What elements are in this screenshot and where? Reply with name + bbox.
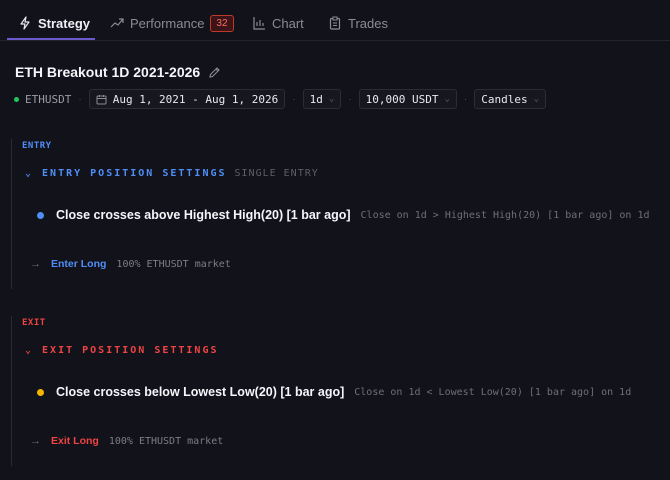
clipboard-icon — [329, 16, 341, 30]
arrow-right-icon: → — [30, 258, 41, 270]
entry-action[interactable]: → Enter Long 100% ETHUSDT market — [30, 258, 231, 270]
chevron-down-icon: ⌄ — [25, 345, 34, 356]
condition-bullet — [37, 388, 44, 396]
tab-strategy[interactable]: Strategy — [18, 6, 90, 40]
exit-label: EXIT — [22, 318, 46, 328]
calendar-icon — [96, 94, 107, 104]
action-detail: 100% ETHUSDT market — [108, 435, 224, 447]
entry-condition[interactable]: Close crosses above Highest High(20) [1 … — [37, 208, 650, 222]
exit-section: EXIT ⌄ EXIT POSITION SETTINGS Close cros… — [11, 316, 661, 466]
separator: · — [292, 93, 296, 105]
entry-subheading: SINGLE ENTRY — [234, 168, 319, 179]
entry-label: ENTRY — [22, 141, 52, 151]
exit-action[interactable]: → Exit Long 100% ETHUSDT market — [30, 435, 223, 447]
count-badge: 32 — [210, 14, 234, 32]
timeframe-select[interactable]: 1d ⌄ — [302, 89, 342, 109]
condition-text: Close crosses below Lowest Low(20) [1 ba… — [56, 385, 345, 399]
page-title: ETH Breakout 1D 2021-2026 — [15, 64, 201, 80]
timeframe-value: 1d — [309, 92, 323, 106]
date-range: Aug 1, 2021 - Aug 1, 2026 — [112, 92, 279, 106]
exit-settings-header[interactable]: ⌄ EXIT POSITION SETTINGS — [25, 345, 218, 356]
strategy-meta: ETHUSDT · Aug 1, 2021 - Aug 1, 2026 · 1d… — [14, 89, 547, 109]
separator: · — [348, 93, 352, 105]
chart-type-value: Candles — [481, 92, 528, 106]
trend-up-icon — [110, 18, 124, 28]
lightning-icon — [20, 16, 30, 30]
condition-bullet — [37, 211, 44, 219]
tab-trades[interactable]: Trades — [328, 6, 388, 40]
chevron-down-icon: ⌄ — [25, 168, 34, 179]
entry-settings-header[interactable]: ⌄ ENTRY POSITION SETTINGS SINGLE ENTRY — [25, 168, 319, 179]
chevron-down-icon: ⌄ — [328, 94, 335, 104]
action-label: Exit Long — [51, 435, 99, 447]
active-tab-indicator — [7, 38, 95, 40]
action-detail: 100% ETHUSDT market — [116, 258, 231, 270]
tab-chart[interactable]: Chart — [252, 6, 304, 40]
tab-bar: Strategy Performance 32 Chart Trades — [0, 0, 670, 41]
chart-icon — [253, 17, 265, 30]
entry-section: ENTRY ⌄ ENTRY POSITION SETTINGS SINGLE E… — [11, 139, 661, 289]
tab-label: Strategy — [38, 15, 91, 31]
separator: · — [78, 93, 82, 105]
exit-condition[interactable]: Close crosses below Lowest Low(20) [1 ba… — [37, 385, 631, 399]
strategy-title: ETH Breakout 1D 2021-2026 — [15, 64, 221, 80]
exit-heading: EXIT POSITION SETTINGS — [42, 345, 219, 356]
chart-type-select[interactable]: Candles ⌄ — [474, 89, 547, 109]
capital-select[interactable]: 10,000 USDT ⌄ — [358, 89, 457, 109]
symbol: ETHUSDT — [25, 92, 72, 106]
date-range-picker[interactable]: Aug 1, 2021 - Aug 1, 2026 — [88, 89, 286, 109]
tab-label: Performance — [130, 15, 205, 31]
arrow-right-icon: → — [30, 435, 41, 447]
tab-label: Trades — [348, 15, 388, 31]
chevron-down-icon: ⌄ — [444, 94, 450, 104]
tab-performance[interactable]: Performance 32 — [110, 6, 234, 40]
condition-text: Close crosses above Highest High(20) [1 … — [56, 208, 351, 222]
condition-detail: Close on 1d > Highest High(20) [1 bar ag… — [360, 209, 650, 221]
condition-detail: Close on 1d < Lowest Low(20) [1 bar ago]… — [354, 386, 632, 398]
action-label: Enter Long — [51, 258, 107, 270]
chevron-down-icon: ⌄ — [533, 94, 540, 104]
pencil-icon[interactable] — [208, 66, 221, 79]
separator: · — [463, 93, 468, 105]
entry-heading: ENTRY POSITION SETTINGS — [42, 168, 227, 179]
tab-label: Chart — [272, 15, 304, 31]
status-dot — [14, 96, 19, 102]
capital-value: 10,000 USDT — [365, 92, 439, 106]
